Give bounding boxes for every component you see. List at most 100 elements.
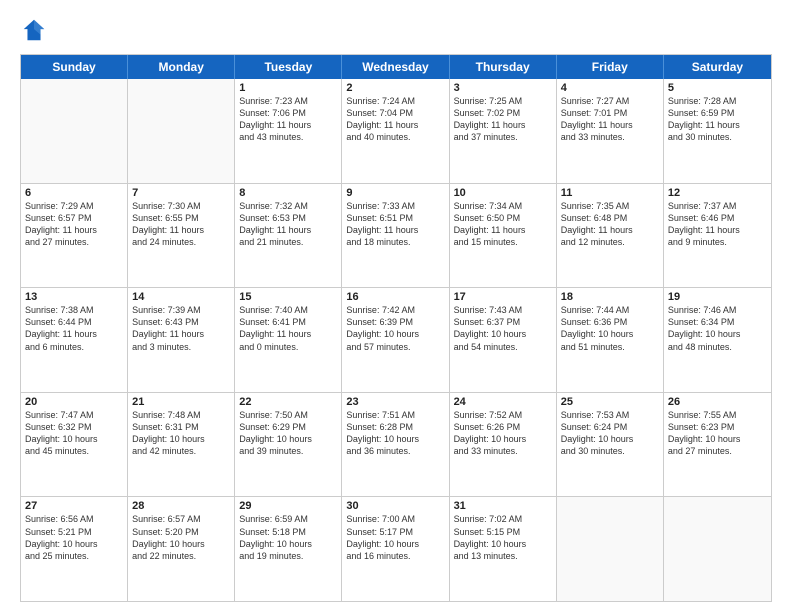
day-number: 17 [454,291,552,303]
day-number: 26 [668,396,767,408]
day-number: 11 [561,187,659,199]
cal-cell-5-4: 30Sunrise: 7:00 AM Sunset: 5:17 PM Dayli… [342,497,449,601]
cal-cell-2-5: 10Sunrise: 7:34 AM Sunset: 6:50 PM Dayli… [450,184,557,288]
day-number: 28 [132,500,230,512]
day-info: Sunrise: 7:47 AM Sunset: 6:32 PM Dayligh… [25,409,123,458]
cal-cell-3-5: 17Sunrise: 7:43 AM Sunset: 6:37 PM Dayli… [450,288,557,392]
day-number: 18 [561,291,659,303]
day-number: 9 [346,187,444,199]
cal-cell-1-4: 2Sunrise: 7:24 AM Sunset: 7:04 PM Daylig… [342,79,449,183]
cal-cell-3-7: 19Sunrise: 7:46 AM Sunset: 6:34 PM Dayli… [664,288,771,392]
day-info: Sunrise: 7:34 AM Sunset: 6:50 PM Dayligh… [454,200,552,249]
day-number: 2 [346,82,444,94]
cal-cell-5-1: 27Sunrise: 6:56 AM Sunset: 5:21 PM Dayli… [21,497,128,601]
cal-cell-5-7 [664,497,771,601]
day-info: Sunrise: 7:50 AM Sunset: 6:29 PM Dayligh… [239,409,337,458]
cal-cell-5-5: 31Sunrise: 7:02 AM Sunset: 5:15 PM Dayli… [450,497,557,601]
cal-cell-1-7: 5Sunrise: 7:28 AM Sunset: 6:59 PM Daylig… [664,79,771,183]
header [20,16,772,44]
day-info: Sunrise: 7:27 AM Sunset: 7:01 PM Dayligh… [561,95,659,144]
day-info: Sunrise: 7:02 AM Sunset: 5:15 PM Dayligh… [454,513,552,562]
calendar-row-5: 27Sunrise: 6:56 AM Sunset: 5:21 PM Dayli… [21,496,771,601]
cal-cell-2-7: 12Sunrise: 7:37 AM Sunset: 6:46 PM Dayli… [664,184,771,288]
day-info: Sunrise: 7:51 AM Sunset: 6:28 PM Dayligh… [346,409,444,458]
day-info: Sunrise: 7:43 AM Sunset: 6:37 PM Dayligh… [454,304,552,353]
day-number: 5 [668,82,767,94]
day-info: Sunrise: 7:28 AM Sunset: 6:59 PM Dayligh… [668,95,767,144]
cal-cell-4-3: 22Sunrise: 7:50 AM Sunset: 6:29 PM Dayli… [235,393,342,497]
day-info: Sunrise: 7:35 AM Sunset: 6:48 PM Dayligh… [561,200,659,249]
day-info: Sunrise: 7:55 AM Sunset: 6:23 PM Dayligh… [668,409,767,458]
cal-cell-4-7: 26Sunrise: 7:55 AM Sunset: 6:23 PM Dayli… [664,393,771,497]
day-number: 7 [132,187,230,199]
cal-cell-2-1: 6Sunrise: 7:29 AM Sunset: 6:57 PM Daylig… [21,184,128,288]
cal-cell-2-6: 11Sunrise: 7:35 AM Sunset: 6:48 PM Dayli… [557,184,664,288]
day-info: Sunrise: 7:33 AM Sunset: 6:51 PM Dayligh… [346,200,444,249]
day-info: Sunrise: 7:46 AM Sunset: 6:34 PM Dayligh… [668,304,767,353]
day-number: 23 [346,396,444,408]
day-number: 16 [346,291,444,303]
day-info: Sunrise: 7:23 AM Sunset: 7:06 PM Dayligh… [239,95,337,144]
logo [20,16,52,44]
header-day-friday: Friday [557,55,664,79]
day-number: 14 [132,291,230,303]
cal-cell-4-4: 23Sunrise: 7:51 AM Sunset: 6:28 PM Dayli… [342,393,449,497]
cal-cell-4-2: 21Sunrise: 7:48 AM Sunset: 6:31 PM Dayli… [128,393,235,497]
day-info: Sunrise: 7:25 AM Sunset: 7:02 PM Dayligh… [454,95,552,144]
day-info: Sunrise: 6:56 AM Sunset: 5:21 PM Dayligh… [25,513,123,562]
day-number: 30 [346,500,444,512]
day-number: 13 [25,291,123,303]
cal-cell-5-6 [557,497,664,601]
day-number: 24 [454,396,552,408]
day-info: Sunrise: 7:30 AM Sunset: 6:55 PM Dayligh… [132,200,230,249]
cal-cell-3-4: 16Sunrise: 7:42 AM Sunset: 6:39 PM Dayli… [342,288,449,392]
cal-cell-5-3: 29Sunrise: 6:59 AM Sunset: 5:18 PM Dayli… [235,497,342,601]
day-info: Sunrise: 7:38 AM Sunset: 6:44 PM Dayligh… [25,304,123,353]
cal-cell-2-3: 8Sunrise: 7:32 AM Sunset: 6:53 PM Daylig… [235,184,342,288]
cal-cell-1-1 [21,79,128,183]
day-info: Sunrise: 7:24 AM Sunset: 7:04 PM Dayligh… [346,95,444,144]
day-number: 20 [25,396,123,408]
day-info: Sunrise: 7:32 AM Sunset: 6:53 PM Dayligh… [239,200,337,249]
logo-icon [20,16,48,44]
cal-cell-2-2: 7Sunrise: 7:30 AM Sunset: 6:55 PM Daylig… [128,184,235,288]
day-number: 10 [454,187,552,199]
calendar-row-4: 20Sunrise: 7:47 AM Sunset: 6:32 PM Dayli… [21,392,771,497]
calendar: SundayMondayTuesdayWednesdayThursdayFrid… [20,54,772,602]
calendar-header: SundayMondayTuesdayWednesdayThursdayFrid… [21,55,771,79]
cal-cell-4-5: 24Sunrise: 7:52 AM Sunset: 6:26 PM Dayli… [450,393,557,497]
day-info: Sunrise: 7:37 AM Sunset: 6:46 PM Dayligh… [668,200,767,249]
day-info: Sunrise: 7:00 AM Sunset: 5:17 PM Dayligh… [346,513,444,562]
day-number: 12 [668,187,767,199]
calendar-row-2: 6Sunrise: 7:29 AM Sunset: 6:57 PM Daylig… [21,183,771,288]
header-day-wednesday: Wednesday [342,55,449,79]
day-info: Sunrise: 6:57 AM Sunset: 5:20 PM Dayligh… [132,513,230,562]
cal-cell-1-2 [128,79,235,183]
calendar-row-3: 13Sunrise: 7:38 AM Sunset: 6:44 PM Dayli… [21,287,771,392]
day-number: 29 [239,500,337,512]
cal-cell-3-2: 14Sunrise: 7:39 AM Sunset: 6:43 PM Dayli… [128,288,235,392]
header-day-saturday: Saturday [664,55,771,79]
cal-cell-4-6: 25Sunrise: 7:53 AM Sunset: 6:24 PM Dayli… [557,393,664,497]
day-number: 25 [561,396,659,408]
header-day-thursday: Thursday [450,55,557,79]
cal-cell-3-1: 13Sunrise: 7:38 AM Sunset: 6:44 PM Dayli… [21,288,128,392]
day-info: Sunrise: 7:52 AM Sunset: 6:26 PM Dayligh… [454,409,552,458]
cal-cell-1-5: 3Sunrise: 7:25 AM Sunset: 7:02 PM Daylig… [450,79,557,183]
page: SundayMondayTuesdayWednesdayThursdayFrid… [0,0,792,612]
header-day-sunday: Sunday [21,55,128,79]
day-number: 15 [239,291,337,303]
day-number: 6 [25,187,123,199]
day-info: Sunrise: 7:40 AM Sunset: 6:41 PM Dayligh… [239,304,337,353]
day-info: Sunrise: 7:44 AM Sunset: 6:36 PM Dayligh… [561,304,659,353]
day-number: 1 [239,82,337,94]
day-number: 31 [454,500,552,512]
cal-cell-3-3: 15Sunrise: 7:40 AM Sunset: 6:41 PM Dayli… [235,288,342,392]
day-number: 21 [132,396,230,408]
header-day-tuesday: Tuesday [235,55,342,79]
day-number: 3 [454,82,552,94]
day-number: 22 [239,396,337,408]
day-info: Sunrise: 7:53 AM Sunset: 6:24 PM Dayligh… [561,409,659,458]
day-info: Sunrise: 6:59 AM Sunset: 5:18 PM Dayligh… [239,513,337,562]
cal-cell-4-1: 20Sunrise: 7:47 AM Sunset: 6:32 PM Dayli… [21,393,128,497]
